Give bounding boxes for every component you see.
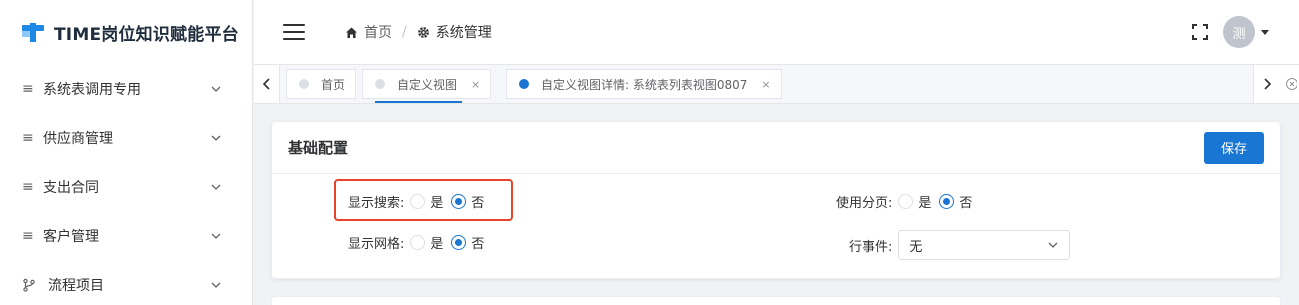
avatar[interactable]: 测 (1223, 16, 1255, 48)
show-search-yes-radio[interactable]: 是 (410, 192, 443, 211)
tab-active-indicator (375, 101, 462, 103)
use-paging-no-radio[interactable]: 否 (939, 192, 972, 211)
chevron-down-icon (211, 184, 221, 190)
row-event-field: 行事件: 无 (849, 230, 1071, 260)
tab-label: 首页 (321, 77, 346, 92)
tab-label: 自定义视图 (397, 77, 458, 92)
field-label: 显示网格: (348, 237, 405, 252)
close-icon[interactable]: × (761, 78, 770, 91)
gear-icon (417, 26, 429, 38)
close-icon[interactable]: × (471, 78, 480, 91)
sidebar-item-label: 支出合同 (43, 179, 99, 196)
sidebar-item-system-tables[interactable]: ≡ 系统表调用专用 (0, 64, 252, 113)
sidebar-item-suppliers[interactable]: ≡ 供应商管理 (0, 113, 252, 162)
radio-circle (451, 235, 467, 250)
field-label: 使用分页: (836, 196, 893, 211)
tabs-more[interactable] (1280, 65, 1299, 103)
logo-icon (22, 20, 46, 44)
show-search-field: 显示搜索: 是 否 (348, 192, 492, 211)
tabs-track: 首页 自定义视图 × 自定义视图详情: 系统表列表视图0807 × (280, 65, 1253, 103)
sidebar-item-label: 流程项目 (48, 277, 104, 294)
tab-home[interactable]: 首页 (286, 69, 357, 99)
sidebar: TIME岗位知识赋能平台 ≡ 系统表调用专用 ≡ 供应商管理 ≡ 支出合同 ≡ … (0, 0, 253, 305)
top-header: 首页 / 系统管理 测 (254, 0, 1299, 64)
tabs-scroll-left[interactable] (254, 65, 280, 103)
radio-label: 是 (430, 196, 444, 211)
breadcrumb-system-management: 系统管理 (417, 22, 492, 42)
radio-label: 是 (430, 237, 444, 252)
logo-text: TIME岗位知识赋能平台 (54, 24, 239, 45)
tab-dot (519, 79, 529, 89)
show-grid-no-radio[interactable]: 否 (451, 233, 484, 252)
next-card (271, 296, 1281, 305)
menu-lines-icon: ≡ (22, 80, 34, 97)
breadcrumb: 首页 / 系统管理 (345, 22, 492, 42)
chevron-right-icon (1263, 78, 1271, 90)
use-paging-field: 使用分页: 是 否 (836, 192, 980, 211)
radio-circle (451, 194, 467, 209)
chevron-down-icon (211, 282, 221, 288)
show-grid-yes-radio[interactable]: 是 (410, 233, 443, 252)
field-label: 行事件: (849, 239, 893, 255)
sidebar-item-label: 系统表调用专用 (43, 81, 141, 98)
radio-circle (939, 194, 955, 209)
basic-config-card: 基础配置 保存 显示搜索: 是 否 显示网格: 是 否 使用分页: 是 否 行事… (271, 121, 1281, 279)
select-value: 无 (909, 239, 923, 255)
chevron-left-icon (262, 78, 270, 90)
tab-custom-view[interactable]: 自定义视图 × (362, 69, 492, 99)
chevron-down-icon (211, 233, 221, 239)
menu-lines-icon: ≡ (22, 178, 34, 195)
card-title: 基础配置 (288, 139, 349, 157)
use-paging-yes-radio[interactable]: 是 (898, 192, 931, 211)
radio-label: 是 (918, 196, 932, 211)
breadcrumb-home[interactable]: 首页 (345, 22, 392, 42)
tab-dot (375, 79, 385, 89)
radio-circle (410, 194, 426, 209)
radio-circle (898, 194, 914, 209)
field-label: 显示搜索: (348, 196, 405, 211)
tabs-scroll-right[interactable] (1253, 65, 1279, 103)
caret-down-icon[interactable] (1261, 29, 1269, 35)
radio-label: 否 (959, 196, 973, 211)
close-circle-icon (1285, 78, 1297, 90)
chevron-down-icon (211, 135, 221, 141)
tab-label: 自定义视图详情: 系统表列表视图0807 (541, 77, 748, 92)
breadcrumb-label: 首页 (364, 25, 392, 41)
show-grid-field: 显示网格: 是 否 (348, 233, 492, 252)
tab-dot (299, 79, 309, 89)
git-branch-icon (23, 278, 35, 292)
row-event-select[interactable]: 无 (898, 230, 1071, 260)
radio-label: 否 (471, 237, 485, 252)
sidebar-item-customers[interactable]: ≡ 客户管理 (0, 211, 252, 260)
sidebar-item-label: 客户管理 (43, 228, 99, 245)
breadcrumb-separator: / (402, 24, 407, 40)
chevron-down-icon (211, 86, 221, 92)
save-button[interactable]: 保存 (1204, 131, 1264, 164)
show-search-no-radio[interactable]: 否 (451, 192, 484, 211)
menu-lines-icon: ≡ (22, 129, 34, 146)
fullscreen-icon[interactable] (1191, 23, 1209, 41)
home-icon (346, 27, 357, 38)
breadcrumb-label: 系统管理 (435, 25, 492, 41)
tab-custom-view-detail[interactable]: 自定义视图详情: 系统表列表视图0807 × (506, 69, 782, 99)
radio-circle (410, 235, 426, 250)
sidebar-item-process-projects[interactable]: 流程项目 (0, 260, 252, 305)
logo[interactable]: TIME岗位知识赋能平台 (0, 0, 252, 64)
hamburger-menu-icon[interactable] (283, 24, 305, 40)
sidebar-item-label: 供应商管理 (43, 130, 113, 147)
menu-lines-icon: ≡ (22, 227, 34, 244)
chevron-down-icon (1048, 242, 1058, 248)
sidebar-item-expense-contracts[interactable]: ≡ 支出合同 (0, 162, 252, 211)
radio-label: 否 (471, 196, 485, 211)
tabs-bar: 首页 自定义视图 × 自定义视图详情: 系统表列表视图0807 × (254, 64, 1299, 104)
